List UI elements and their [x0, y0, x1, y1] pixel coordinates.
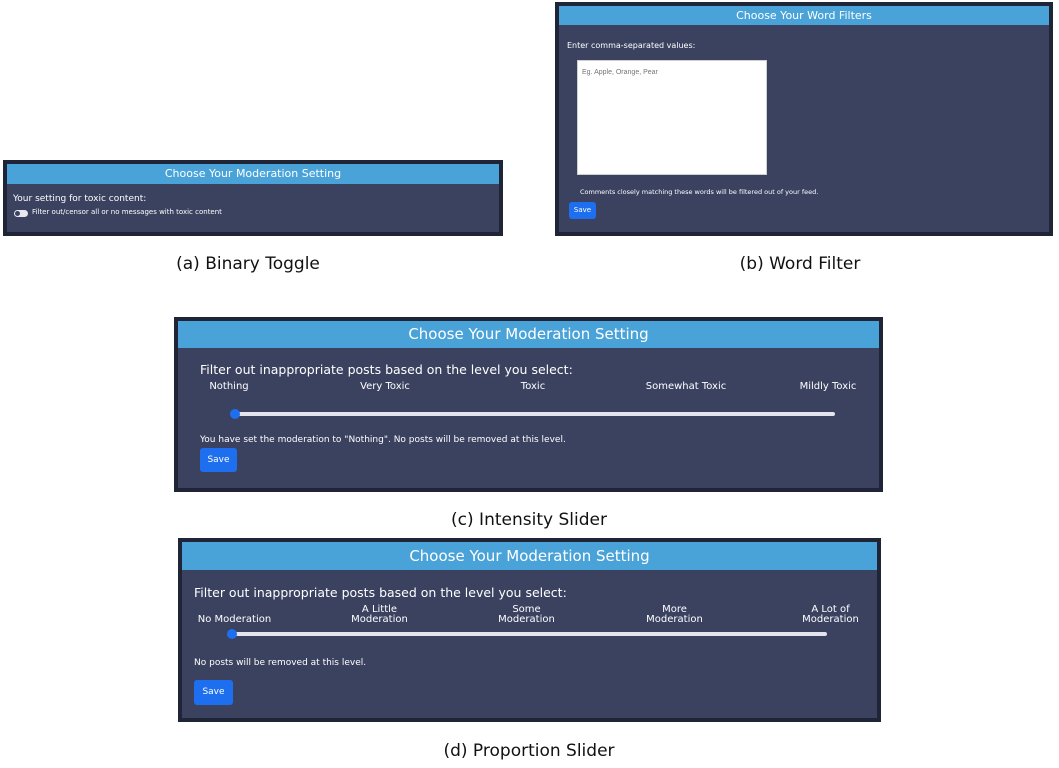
binary-toggle-panel: Choose Your Moderation Setting Your sett… [3, 160, 503, 236]
proportion-slider-panel-body: Choose Your Moderation Setting Filter ou… [182, 542, 877, 718]
proportion-status: No posts will be removed at this level. [194, 658, 367, 668]
level-label-more-moderation: More Moderation [632, 605, 717, 625]
intensity-status: You have set the moderation to "Nothing"… [200, 435, 566, 445]
proportion-slider-panel: Choose Your Moderation Setting Filter ou… [178, 538, 881, 722]
word-filter-prompt: Enter comma-separated values: [567, 41, 696, 50]
proportion-slider-thumb[interactable] [227, 629, 237, 639]
panel-header: Choose Your Moderation Setting [178, 321, 879, 348]
save-button[interactable]: Save [569, 202, 596, 219]
level-label-line: Moderation [646, 614, 703, 625]
level-label-mildly-toxic: Mildly Toxic [799, 381, 857, 392]
level-label-line: No Moderation [197, 614, 272, 625]
level-label-line: Moderation [802, 614, 859, 625]
intensity-slider-thumb[interactable] [230, 409, 240, 419]
panel-header: Choose Your Moderation Setting [7, 164, 499, 184]
word-filter-input[interactable] [577, 60, 767, 175]
level-label-toxic: Toxic [520, 381, 546, 392]
panel-header: Choose Your Moderation Setting [182, 542, 877, 570]
proportion-slider-track[interactable] [232, 632, 827, 636]
intensity-slider-panel: Choose Your Moderation Setting Filter ou… [174, 317, 883, 492]
toxic-content-toggle[interactable] [14, 210, 28, 217]
save-button[interactable]: Save [194, 680, 233, 705]
word-filter-note: Comments closely matching these words wi… [580, 188, 819, 196]
binary-toggle-panel-body: Choose Your Moderation Setting Your sett… [7, 164, 499, 232]
level-label-nothing: Nothing [209, 381, 249, 392]
caption-d: (d) Proportion Slider [443, 741, 615, 761]
word-filter-panel-body: Choose Your Word Filters Enter comma-sep… [559, 6, 1049, 232]
level-label-a-little-moderation: A Little Moderation [337, 605, 422, 625]
proportion-prompt: Filter out inappropriate posts based on … [194, 585, 567, 600]
word-filter-panel: Choose Your Word Filters Enter comma-sep… [555, 2, 1053, 236]
caption-b: (b) Word Filter [739, 254, 861, 274]
level-label-very-toxic: Very Toxic [360, 381, 410, 392]
intensity-slider-panel-body: Choose Your Moderation Setting Filter ou… [178, 321, 879, 488]
intensity-prompt: Filter out inappropriate posts based on … [200, 362, 573, 377]
intensity-slider-track[interactable] [235, 412, 835, 416]
setting-label: Your setting for toxic content: [13, 194, 147, 204]
level-label-some-moderation: Some Moderation [484, 605, 569, 625]
level-label-line: Moderation [498, 614, 555, 625]
caption-c: (c) Intensity Slider [451, 510, 607, 530]
toggle-knob [15, 211, 20, 216]
panel-header: Choose Your Word Filters [559, 6, 1049, 25]
level-label-somewhat-toxic: Somewhat Toxic [645, 381, 727, 392]
toggle-label: Filter out/censor all or no messages wit… [32, 208, 222, 216]
save-button[interactable]: Save [200, 448, 237, 472]
level-label-a-lot-of-moderation: A Lot of Moderation [788, 605, 873, 625]
caption-a: (a) Binary Toggle [176, 254, 320, 274]
level-label-no-moderation: No Moderation [192, 615, 277, 625]
level-label-line: Moderation [351, 614, 408, 625]
